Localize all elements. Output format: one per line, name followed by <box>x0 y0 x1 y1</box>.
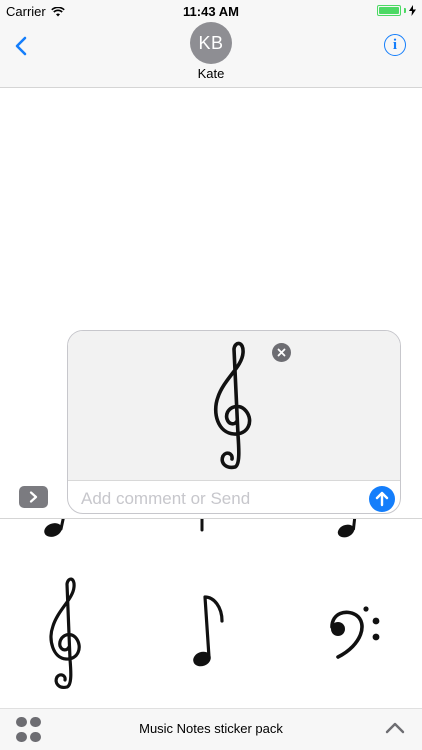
eighth-note-sticker[interactable] <box>40 518 74 543</box>
message-thread <box>0 89 422 319</box>
conversation-header: KB Kate i <box>0 22 422 88</box>
bass-clef-sticker[interactable] <box>326 605 386 661</box>
back-button[interactable] <box>10 34 32 58</box>
status-bar: Carrier 11:43 AM <box>0 0 422 22</box>
status-time: 11:43 AM <box>183 4 239 19</box>
battery-icon <box>377 5 401 16</box>
expand-apps-button[interactable] <box>19 486 48 508</box>
info-icon: i <box>392 36 398 53</box>
avatar-initials: KB <box>198 32 224 53</box>
treble-clef-sticker <box>213 341 252 470</box>
contact-name[interactable]: Kate <box>0 66 422 81</box>
attachment-preview <box>68 331 400 481</box>
chevron-left-icon <box>15 36 27 56</box>
quarter-note-sticker[interactable] <box>334 518 362 543</box>
sticker-pack-title: Music Notes sticker pack <box>139 721 283 736</box>
chevron-right-icon <box>29 491 38 503</box>
charging-bolt-icon <box>409 5 416 16</box>
compose-field[interactable] <box>67 330 401 514</box>
comment-input[interactable] <box>81 488 361 510</box>
app-drawer-bar: Music Notes sticker pack <box>0 708 422 750</box>
sticker-drawer <box>0 518 422 708</box>
arrow-up-icon <box>375 491 389 507</box>
battery-fill <box>379 7 399 14</box>
treble-clef-sticker[interactable] <box>44 575 88 691</box>
chevron-up-icon <box>385 722 405 734</box>
send-button[interactable] <box>369 486 395 512</box>
expand-drawer-button[interactable] <box>384 719 406 737</box>
close-icon <box>277 348 286 357</box>
status-right <box>377 5 416 16</box>
remove-attachment-button[interactable] <box>272 343 291 362</box>
battery-cap <box>404 8 406 13</box>
contact-avatar[interactable]: KB <box>190 22 232 64</box>
quarter-note-sticker[interactable] <box>197 518 207 535</box>
eighth-note-sticker[interactable] <box>190 593 230 673</box>
info-button[interactable]: i <box>384 34 406 56</box>
